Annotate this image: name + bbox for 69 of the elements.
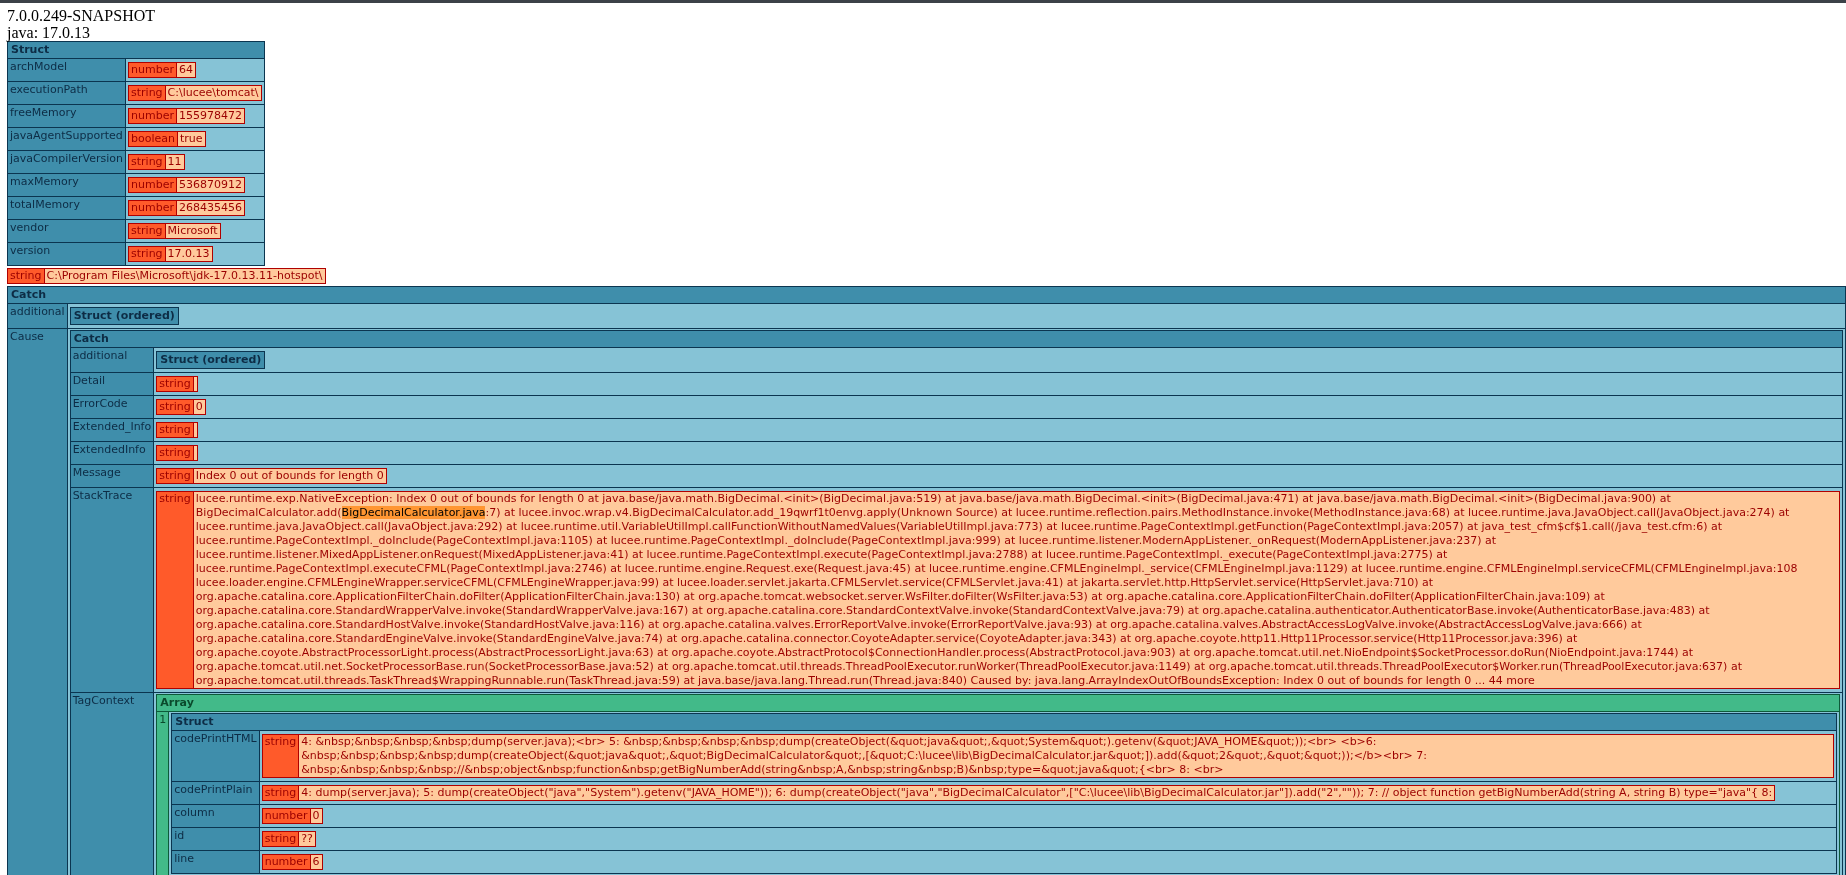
key-label: codePrintHTML [171, 730, 260, 782]
struct-header[interactable]: Struct [7, 41, 265, 59]
key-label: freeMemory [7, 104, 126, 128]
type-label: string [157, 492, 193, 688]
type-label: string [129, 155, 165, 169]
type-label: number [262, 855, 310, 869]
type-label: string [262, 735, 299, 777]
value-text: true [177, 132, 205, 146]
key-label: Extended_Info [70, 418, 154, 442]
type-label: number [129, 109, 176, 123]
value-text: ?? [298, 832, 315, 846]
key-label: Cause [7, 328, 68, 875]
type-label: string [157, 469, 193, 483]
collapsed-struct[interactable]: Struct (ordered) [156, 351, 266, 369]
struct-header[interactable]: Catch [70, 330, 1843, 348]
value-text: 268435456 [175, 201, 244, 215]
key-label: id [171, 827, 260, 851]
key-label: codePrintPlain [171, 781, 260, 805]
value-text: lucee.runtime.exp.NativeException: Index 0 out of bounds for length 0 at java.base/java.math.BigDecimal.<init>(BigDecimal.java:519) at java.base/java.math.BigDecimal.<init>(BigDecimal.java:471) at java.base/java.math.BigDecimal.<init>(BigDecimal.java:900) at BigDecimalCalculator.add(BigDecimalCalculator.java:7) at lucee.invoc.wrap.v4.BigDecimalCalculator.add_19qwrf1t0envg.apply(Unknown Source) at lucee.runtime.reflection.pairs.MethodInstance.invoke(MethodInstance.java:68) at lucee.runtime.java.JavaObject.call(JavaObject.java:274) at lucee.runtime.java.JavaObject.call(JavaObject.java:292) at lucee.runtime.util.VariableUtilImpl.callFunctionWithoutNamedValues(VariableUtilImpl.java:773) at lucee.runtime.PageContextImpl.getFunction(PageContextImpl.java:2057) at java_test_cfm$cf$1.call(/java_test.cfm:6) at lucee.runtime.PageContextImpl._doInclude(PageContextImpl.java:1105) at lucee.runtime.PageContextImpl._doInclude(PageContextImpl.java:999) at lucee.runtime.listener.ModernAppListener._onRequest(ModernAppListener.java:237) at lucee.runtime.listener.MixedAppListener.onRequest(MixedAppListener.java:41) at lucee.runtime.PageContextImpl.execute(PageContextImpl.java:2788) at lucee.runtime.PageContextImpl._execute(PageContextImpl.java:2775) at lucee.runtime.PageContextImpl.executeCFML(PageContextImpl.java:2746) at lucee.runtime.engine.Request.exe(Request.java:45) at lucee.runtime.engine.CFMLEngineImpl._service(CFMLEngineImpl.java:1129) at lucee.runtime.engine.CFMLEngineImpl.serviceCFML(CFMLEngineImpl.java:108 lucee.loader.engine.CFMLEngineWrapper.serviceCFML(CFMLEngineWrapper.java:99) at lucee.loader.servlet.jakarta.CFMLServlet.service(CFMLServlet.java:41) at jakarta.servlet.http.HttpServlet.service(HttpServlet.java:710) at org.apache.catalina.core.ApplicationFilterChain.doFilter(ApplicationFilterChain.java:130) at org.apache.tomcat.websocket.server.WsFilter.doFilter(WsFilter.java:53) at org.apache.catalina.core.ApplicationFilterChain.doFilter(ApplicationFilterChain.java:109) at org.apache.catalina.core.StandardWrapperValve.invoke(StandardWrapperValve.java:167) at org.apache.catalina.core.StandardContextValve.invoke(StandardContextValve.java:79) at org.apache.catalina.authenticator.AuthenticatorBase.invoke(AuthenticatorBase.java:483) at org.apache.catalina.core.StandardHostValve.invoke(StandardHostValve.java:116) at org.apache.catalina.valves.ErrorReportValve.invoke(ErrorReportValve.java:93) at org.apache.catalina.valves.AbstractAccessLogValve.invoke(AbstractAccessLogValve.java:666) at org.apache.catalina.core.StandardEngineValve.invoke(StandardEngineValve.java:74) at org.apache.catalina.connector.CoyoteAdapter.service(CoyoteAdapter.java:343) at org.apache.coyote.http11.Http11Processor.service(Http11Processor.java:396) at org.apache.coyote.AbstractProcessorLight.process(AbstractProcessorLight.java:63) at org.apache.coyote.AbstractProtocol$ConnectionHandler.process(AbstractProtocol.java:903) at org.apache.tomcat.util.net.NioEndpoint$SocketProcessor.doRun(NioEndpoint.java:1744) at org.apache.tomcat.util.net.SocketProcessorBase.run(SocketProcessorBase.java:52) at org.apache.tomcat.util.threads.ThreadPoolExecutor.runWorker(ThreadPoolExecutor.java:1149) at org.apache.tomcat.util.threads.ThreadPoolExecutor$Worker.run(ThreadPoolExecutor.java:637) at org.apache.tomcat.util.threads.TaskThread$WrappingRunnable.run(TaskThread.java:59) at java.base/java.lang.Thread.run(Thread.java:840) Caused by: java.lang.ArrayIndexOutOfBoundsException: Index 0 out of bounds for length 0 ... 44 more [192, 492, 1839, 688]
type-label: string [157, 423, 193, 437]
key-label: javaAgentSupported [7, 127, 126, 151]
key-label: additional [70, 347, 154, 373]
key-label: archModel [7, 58, 126, 82]
key-label: ErrorCode [70, 395, 154, 419]
key-label: TagContext [70, 692, 154, 875]
struct-header[interactable]: Array [156, 694, 1840, 712]
key-label: Message [70, 464, 154, 488]
key-label: Detail [70, 372, 154, 396]
key-label: StackTrace [70, 487, 154, 693]
search-highlight: BigDecimalCalculator.java [341, 506, 486, 519]
type-label: string [129, 86, 165, 100]
type-label: string [129, 247, 165, 261]
type-label: string [129, 224, 165, 238]
type-label: string [157, 400, 193, 414]
key-label: additional [7, 303, 68, 329]
type-label: number [129, 63, 176, 77]
type-label: number [262, 809, 310, 823]
struct-header[interactable]: Struct [171, 713, 1837, 731]
key-label: executionPath [7, 81, 126, 105]
java-version-text: java: 17.0.13 [7, 24, 91, 41]
key-label: version [7, 242, 126, 266]
struct-header[interactable]: Catch [7, 286, 1846, 304]
type-label: string [157, 377, 193, 391]
value-text: 4: dump(server.java); 5: dump(createObject("java","System").getenv("JAVA_HOME")); 6: dump(createObject("java","BigDecimalCalculator",["C:\lucee\lib\BigDecimalCalculator.jar"]).add("2","")); 7: // object function getBigNumberAdd(string A, string B) type="java"{ 8: [298, 786, 1775, 800]
type-label: boolean [129, 132, 177, 146]
type-label: string [262, 786, 299, 800]
key-label: totalMemory [7, 196, 126, 220]
value-text: Index 0 out of bounds for length 0 [192, 469, 386, 483]
key-label: column [171, 804, 260, 828]
value-text: 17.0.13 [164, 247, 212, 261]
key-label: maxMemory [7, 173, 126, 197]
type-label: number [129, 178, 176, 192]
key-label: 1 [156, 711, 169, 875]
type-label: string [157, 446, 193, 460]
value-text: 4: &nbsp;&nbsp;&nbsp;&nbsp;dump(server.java);<br> 5: &nbsp;&nbsp;&nbsp;&nbsp;dump(createObject(&quot;java&quot;,&quot;System&quot;).getenv(&quot;JAVA_HOME&quot;));<br> <b>6: &nbsp;&nbsp;&nbsp;&nbsp;dump(createObject(&quot;java&quot;,&quot;BigDecimalCalculator&quot;,[&quot;C:\lucee\lib\BigDecimalCalculator.jar&quot;]).add(&quot;2&quot;,&quot;&quot;));</b><br> 7: &nbsp;&nbsp;&nbsp;&nbsp;//&nbsp;object&nbsp;function&nbsp;getBigNumberAdd(string&nbsp;A,&nbsp;string&nbsp;B)&nbsp;type=&quot;java&quot;{<br> 8: <br> [298, 735, 1833, 777]
key-label: ExtendedInfo [70, 441, 154, 465]
value-text: 536870912 [175, 178, 244, 192]
key-label: vendor [7, 219, 126, 243]
type-label: string [8, 269, 44, 283]
key-label: javaCompilerVersion [7, 150, 126, 174]
version-text: 7.0.0.249-SNAPSHOT [7, 7, 155, 24]
type-label: number [129, 201, 176, 215]
value-text: Microsoft [164, 224, 220, 238]
collapsed-struct[interactable]: Struct (ordered) [69, 307, 179, 325]
value-text: 155978472 [175, 109, 244, 123]
value-text: C:\lucee\tomcat\ [164, 86, 261, 100]
type-label: string [262, 832, 299, 846]
value-text: C:\Program Files\Microsoft\jdk-17.0.13.11-hotspot\ [43, 269, 325, 283]
key-label: line [171, 850, 260, 874]
